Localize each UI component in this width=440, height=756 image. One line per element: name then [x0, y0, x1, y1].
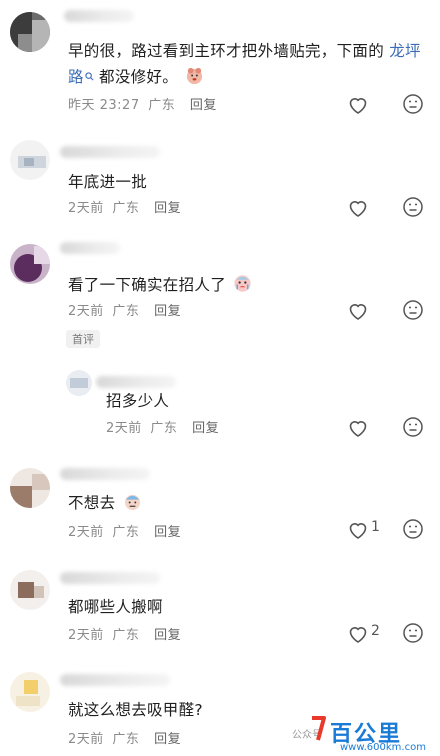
like-heart-icon[interactable] — [346, 299, 370, 323]
comment-text: 招多少人 — [106, 392, 170, 410]
comment-meta: 昨天 23:27 广东 回复 — [68, 94, 217, 113]
reply-button[interactable]: 回复 — [154, 628, 181, 643]
location: 广东 — [112, 201, 140, 216]
avatar[interactable] — [10, 244, 50, 284]
comment-actions — [346, 299, 436, 323]
watermark-url: www.600km.com — [340, 742, 426, 753]
comment-text: 不想去 — [68, 490, 142, 516]
username-blurred[interactable] — [60, 468, 150, 480]
sticker-emoji-icon — [185, 66, 204, 85]
like-count: 1 — [371, 519, 380, 535]
like-heart-icon[interactable] — [346, 196, 370, 220]
timestamp: 2天前 — [68, 304, 104, 319]
comment-text: 就这么想去吸甲醛? — [68, 701, 203, 719]
timestamp: 昨天 23:27 — [68, 98, 140, 113]
comment-meta: 2天前 广东 回复 — [68, 521, 181, 540]
reply-button[interactable]: 回复 — [154, 304, 181, 319]
location: 广东 — [112, 732, 140, 747]
comment-meta: 2天前 广东 回复 — [68, 624, 181, 643]
comment-meta: 2天前 广东 回复 — [106, 417, 219, 436]
search-link-icon — [85, 72, 94, 81]
reply-button[interactable]: 回复 — [190, 98, 217, 113]
location: 广东 — [150, 421, 178, 436]
reply-button[interactable]: 回复 — [192, 421, 219, 436]
dislike-face-icon[interactable] — [402, 518, 424, 540]
timestamp: 2天前 — [68, 525, 104, 540]
comment-actions — [346, 93, 436, 117]
avatar[interactable] — [10, 12, 50, 52]
comment-actions — [346, 416, 436, 440]
username-blurred[interactable] — [64, 10, 134, 22]
watermark-logo: 公众号 百公里 www.600km.com — [292, 714, 436, 754]
comment-text: 年底进一批 — [68, 173, 148, 191]
like-heart-icon[interactable] — [346, 93, 370, 117]
location: 广东 — [148, 98, 176, 113]
like-heart-icon[interactable] — [346, 416, 370, 440]
comment-meta: 2天前 广东 回复 — [68, 197, 181, 216]
comment-meta: 2天前 广东 回复 — [68, 300, 181, 319]
timestamp: 2天前 — [68, 732, 104, 747]
avatar[interactable] — [10, 570, 50, 610]
comment-text: 早的很，路过看到主环才把外墙贴完，下面的 龙坪路 都没修好。 — [68, 42, 421, 86]
username-blurred[interactable] — [60, 674, 170, 686]
avatar[interactable] — [10, 140, 50, 180]
like-heart-icon[interactable] — [346, 622, 370, 646]
like-heart-icon[interactable] — [346, 518, 370, 542]
dislike-face-icon[interactable] — [402, 622, 424, 644]
location: 广东 — [112, 304, 140, 319]
dislike-face-icon[interactable] — [402, 299, 424, 321]
comment-actions: 1 — [346, 518, 436, 542]
sweat-emoji-icon — [123, 492, 142, 511]
username-blurred[interactable] — [60, 572, 160, 584]
like-count: 2 — [371, 623, 380, 639]
first-comment-badge: 首评 — [66, 330, 100, 348]
location: 广东 — [112, 525, 140, 540]
comment-actions: 2 — [346, 622, 436, 646]
timestamp: 2天前 — [68, 628, 104, 643]
reply-button[interactable]: 回复 — [154, 525, 181, 540]
comment-text: 都哪些人搬啊 — [68, 598, 163, 616]
comment-meta: 2天前 广东 回复 — [68, 728, 181, 747]
avatar[interactable] — [10, 468, 50, 508]
reply-button[interactable]: 回复 — [154, 201, 181, 216]
dislike-face-icon[interactable] — [402, 416, 424, 438]
avatar[interactable] — [10, 672, 50, 712]
reply-button[interactable]: 回复 — [154, 732, 181, 747]
username-blurred[interactable] — [60, 146, 160, 158]
timestamp: 2天前 — [68, 201, 104, 216]
location: 广东 — [112, 628, 140, 643]
comment-actions — [346, 196, 436, 220]
dislike-face-icon[interactable] — [402, 93, 424, 115]
username-blurred[interactable] — [60, 242, 120, 254]
timestamp: 2天前 — [106, 421, 142, 436]
dislike-face-icon[interactable] — [402, 196, 424, 218]
crying-emoji-icon — [233, 274, 252, 293]
username-blurred[interactable] — [96, 376, 176, 388]
comment-text: 看了一下确实在招人了 — [68, 272, 252, 298]
avatar[interactable] — [66, 370, 92, 396]
comment-list: 早的很，路过看到主环才把外墙贴完，下面的 龙坪路 都没修好。 昨天 23:27 … — [0, 0, 440, 756]
